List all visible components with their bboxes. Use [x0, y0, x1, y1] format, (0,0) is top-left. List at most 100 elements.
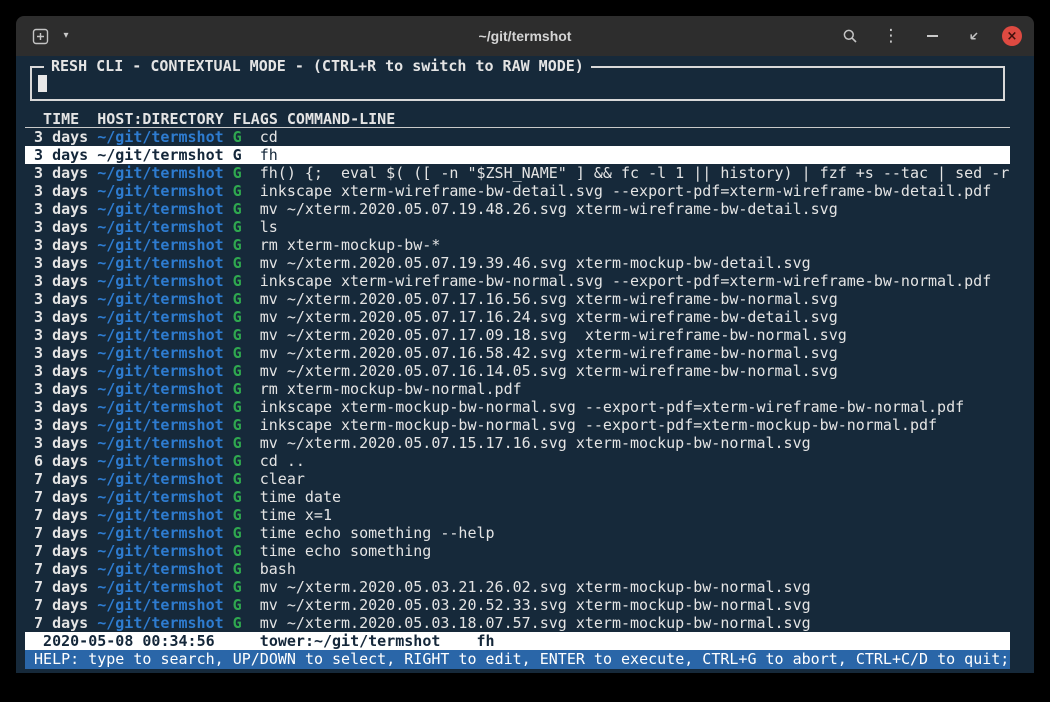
row-flag: G	[233, 452, 260, 470]
history-row[interactable]: 3 days~/git/termshotGmv ~/xterm.2020.05.…	[25, 308, 1010, 326]
search-button[interactable]	[838, 24, 862, 48]
history-row[interactable]: 3 days~/git/termshotGrm xterm-mockup-bw-…	[25, 380, 1010, 398]
row-command: mv ~/xterm.2020.05.03.21.26.02.svg xterm…	[260, 578, 811, 596]
row-command: mv ~/xterm.2020.05.07.19.39.46.svg xterm…	[260, 254, 811, 272]
row-directory: ~/git/termshot	[97, 488, 232, 506]
row-flag: G	[233, 308, 260, 326]
close-button[interactable]: ×	[1002, 26, 1022, 46]
row-directory: ~/git/termshot	[97, 560, 232, 578]
row-directory: ~/git/termshot	[97, 470, 232, 488]
history-row[interactable]: 3 days~/git/termshotGmv ~/xterm.2020.05.…	[25, 290, 1010, 308]
row-command: mv ~/xterm.2020.05.07.16.58.42.svg xterm…	[260, 344, 838, 362]
row-time: 3 days	[34, 380, 97, 398]
row-flag: G	[233, 164, 260, 182]
row-command: mv ~/xterm.2020.05.07.15.17.16.svg xterm…	[260, 434, 811, 452]
row-directory: ~/git/termshot	[97, 308, 232, 326]
row-command: mv ~/xterm.2020.05.07.17.16.56.svg xterm…	[260, 290, 838, 308]
row-command: mv ~/xterm.2020.05.03.20.52.33.svg xterm…	[260, 596, 811, 614]
row-directory: ~/git/termshot	[97, 218, 232, 236]
history-row[interactable]: 3 days~/git/termshotGcd	[25, 128, 1010, 146]
history-row[interactable]: 3 days~/git/termshotGinkscape xterm-wire…	[25, 272, 1010, 290]
history-row[interactable]: 3 days~/git/termshotGrm xterm-mockup-bw-…	[25, 236, 1010, 254]
history-row[interactable]: 3 days~/git/termshotGfh	[25, 146, 1010, 164]
row-command: mv ~/xterm.2020.05.07.19.48.26.svg xterm…	[260, 200, 838, 218]
row-flag: G	[233, 380, 260, 398]
history-row[interactable]: 7 days~/git/termshotGmv ~/xterm.2020.05.…	[25, 614, 1010, 632]
menu-button[interactable]: ⋮	[879, 24, 903, 48]
close-icon: ×	[1007, 30, 1018, 43]
row-flag: G	[233, 506, 260, 524]
new-tab-dropdown-button[interactable]: ▾	[54, 24, 78, 48]
history-row[interactable]: 3 days~/git/termshotGmv ~/xterm.2020.05.…	[25, 200, 1010, 218]
history-row[interactable]: 3 days~/git/termshotGmv ~/xterm.2020.05.…	[25, 254, 1010, 272]
row-directory: ~/git/termshot	[97, 164, 232, 182]
row-flag: G	[233, 470, 260, 488]
restore-button[interactable]	[961, 24, 985, 48]
history-list: 3 days~/git/termshotGcd3 days~/git/terms…	[25, 128, 1010, 632]
row-time: 3 days	[34, 236, 97, 254]
chevron-down-icon: ▾	[63, 31, 68, 41]
row-directory: ~/git/termshot	[97, 434, 232, 452]
history-row[interactable]: 7 days~/git/termshotGtime echo something	[25, 542, 1010, 560]
history-row[interactable]: 3 days~/git/termshotGls	[25, 218, 1010, 236]
row-directory: ~/git/termshot	[97, 380, 232, 398]
history-row[interactable]: 3 days~/git/termshotGmv ~/xterm.2020.05.…	[25, 434, 1010, 452]
row-command: mv ~/xterm.2020.05.07.16.14.05.svg xterm…	[260, 362, 838, 380]
history-row[interactable]: 3 days~/git/termshotGinkscape xterm-wire…	[25, 182, 1010, 200]
row-time: 7 days	[34, 524, 97, 542]
history-row[interactable]: 3 days~/git/termshotGinkscape xterm-mock…	[25, 416, 1010, 434]
history-row[interactable]: 3 days~/git/termshotGmv ~/xterm.2020.05.…	[25, 344, 1010, 362]
row-flag: G	[233, 488, 260, 506]
row-time: 3 days	[34, 164, 97, 182]
new-tab-button[interactable]	[28, 24, 52, 48]
row-flag: G	[233, 236, 260, 254]
history-row[interactable]: 3 days~/git/termshotGmv ~/xterm.2020.05.…	[25, 326, 1010, 344]
row-time: 7 days	[34, 470, 97, 488]
history-row[interactable]: 3 days~/git/termshotGfh() {; eval $( ([ …	[25, 164, 1010, 182]
row-flag: G	[233, 560, 260, 578]
history-row[interactable]: 7 days~/git/termshotGclear	[25, 470, 1010, 488]
row-command: inkscape xterm-mockup-bw-normal.svg --ex…	[260, 398, 964, 416]
row-command: time x=1	[260, 506, 332, 524]
row-command: bash	[260, 560, 296, 578]
minimize-button[interactable]	[920, 24, 944, 48]
row-directory: ~/git/termshot	[97, 524, 232, 542]
terminal-content-area: RESH CLI - CONTEXTUAL MODE - (CTRL+R to …	[16, 56, 1034, 673]
row-time: 3 days	[34, 434, 97, 452]
row-flag: G	[233, 218, 260, 236]
resh-search-input[interactable]: RESH CLI - CONTEXTUAL MODE - (CTRL+R to …	[30, 66, 1005, 101]
row-directory: ~/git/termshot	[97, 200, 232, 218]
row-time: 3 days	[34, 128, 97, 146]
row-time: 6 days	[34, 452, 97, 470]
row-command: inkscape xterm-mockup-bw-normal.svg --ex…	[260, 416, 937, 434]
row-flag: G	[233, 416, 260, 434]
history-row[interactable]: 7 days~/git/termshotGtime date	[25, 488, 1010, 506]
history-row[interactable]: 7 days~/git/termshotGmv ~/xterm.2020.05.…	[25, 596, 1010, 614]
row-time: 3 days	[34, 182, 97, 200]
history-row[interactable]: 3 days~/git/termshotGinkscape xterm-mock…	[25, 398, 1010, 416]
history-row[interactable]: 6 days~/git/termshotGcd ..	[25, 452, 1010, 470]
history-row[interactable]: 7 days~/git/termshotGbash	[25, 560, 1010, 578]
row-flag: G	[233, 344, 260, 362]
history-row[interactable]: 7 days~/git/termshotGtime echo something…	[25, 524, 1010, 542]
row-time: 3 days	[34, 326, 97, 344]
history-row[interactable]: 3 days~/git/termshotGmv ~/xterm.2020.05.…	[25, 362, 1010, 380]
row-flag: G	[233, 146, 260, 164]
resh-mode-title: RESH CLI - CONTEXTUAL MODE - (CTRL+R to …	[44, 57, 591, 75]
row-flag: G	[233, 326, 260, 344]
row-command: time echo something --help	[260, 524, 495, 542]
history-row[interactable]: 7 days~/git/termshotGtime x=1	[25, 506, 1010, 524]
row-time: 7 days	[34, 506, 97, 524]
row-directory: ~/git/termshot	[97, 596, 232, 614]
row-command: mv ~/xterm.2020.05.07.17.09.18.svg xterm…	[260, 326, 847, 344]
text-cursor	[38, 75, 47, 92]
row-command: inkscape xterm-wireframe-bw-detail.svg -…	[260, 182, 992, 200]
row-time: 3 days	[34, 398, 97, 416]
history-row[interactable]: 7 days~/git/termshotGmv ~/xterm.2020.05.…	[25, 578, 1010, 596]
row-time: 3 days	[34, 416, 97, 434]
row-directory: ~/git/termshot	[97, 326, 232, 344]
row-flag: G	[233, 362, 260, 380]
row-time: 7 days	[34, 614, 97, 632]
row-command: cd	[260, 128, 278, 146]
row-directory: ~/git/termshot	[97, 128, 232, 146]
